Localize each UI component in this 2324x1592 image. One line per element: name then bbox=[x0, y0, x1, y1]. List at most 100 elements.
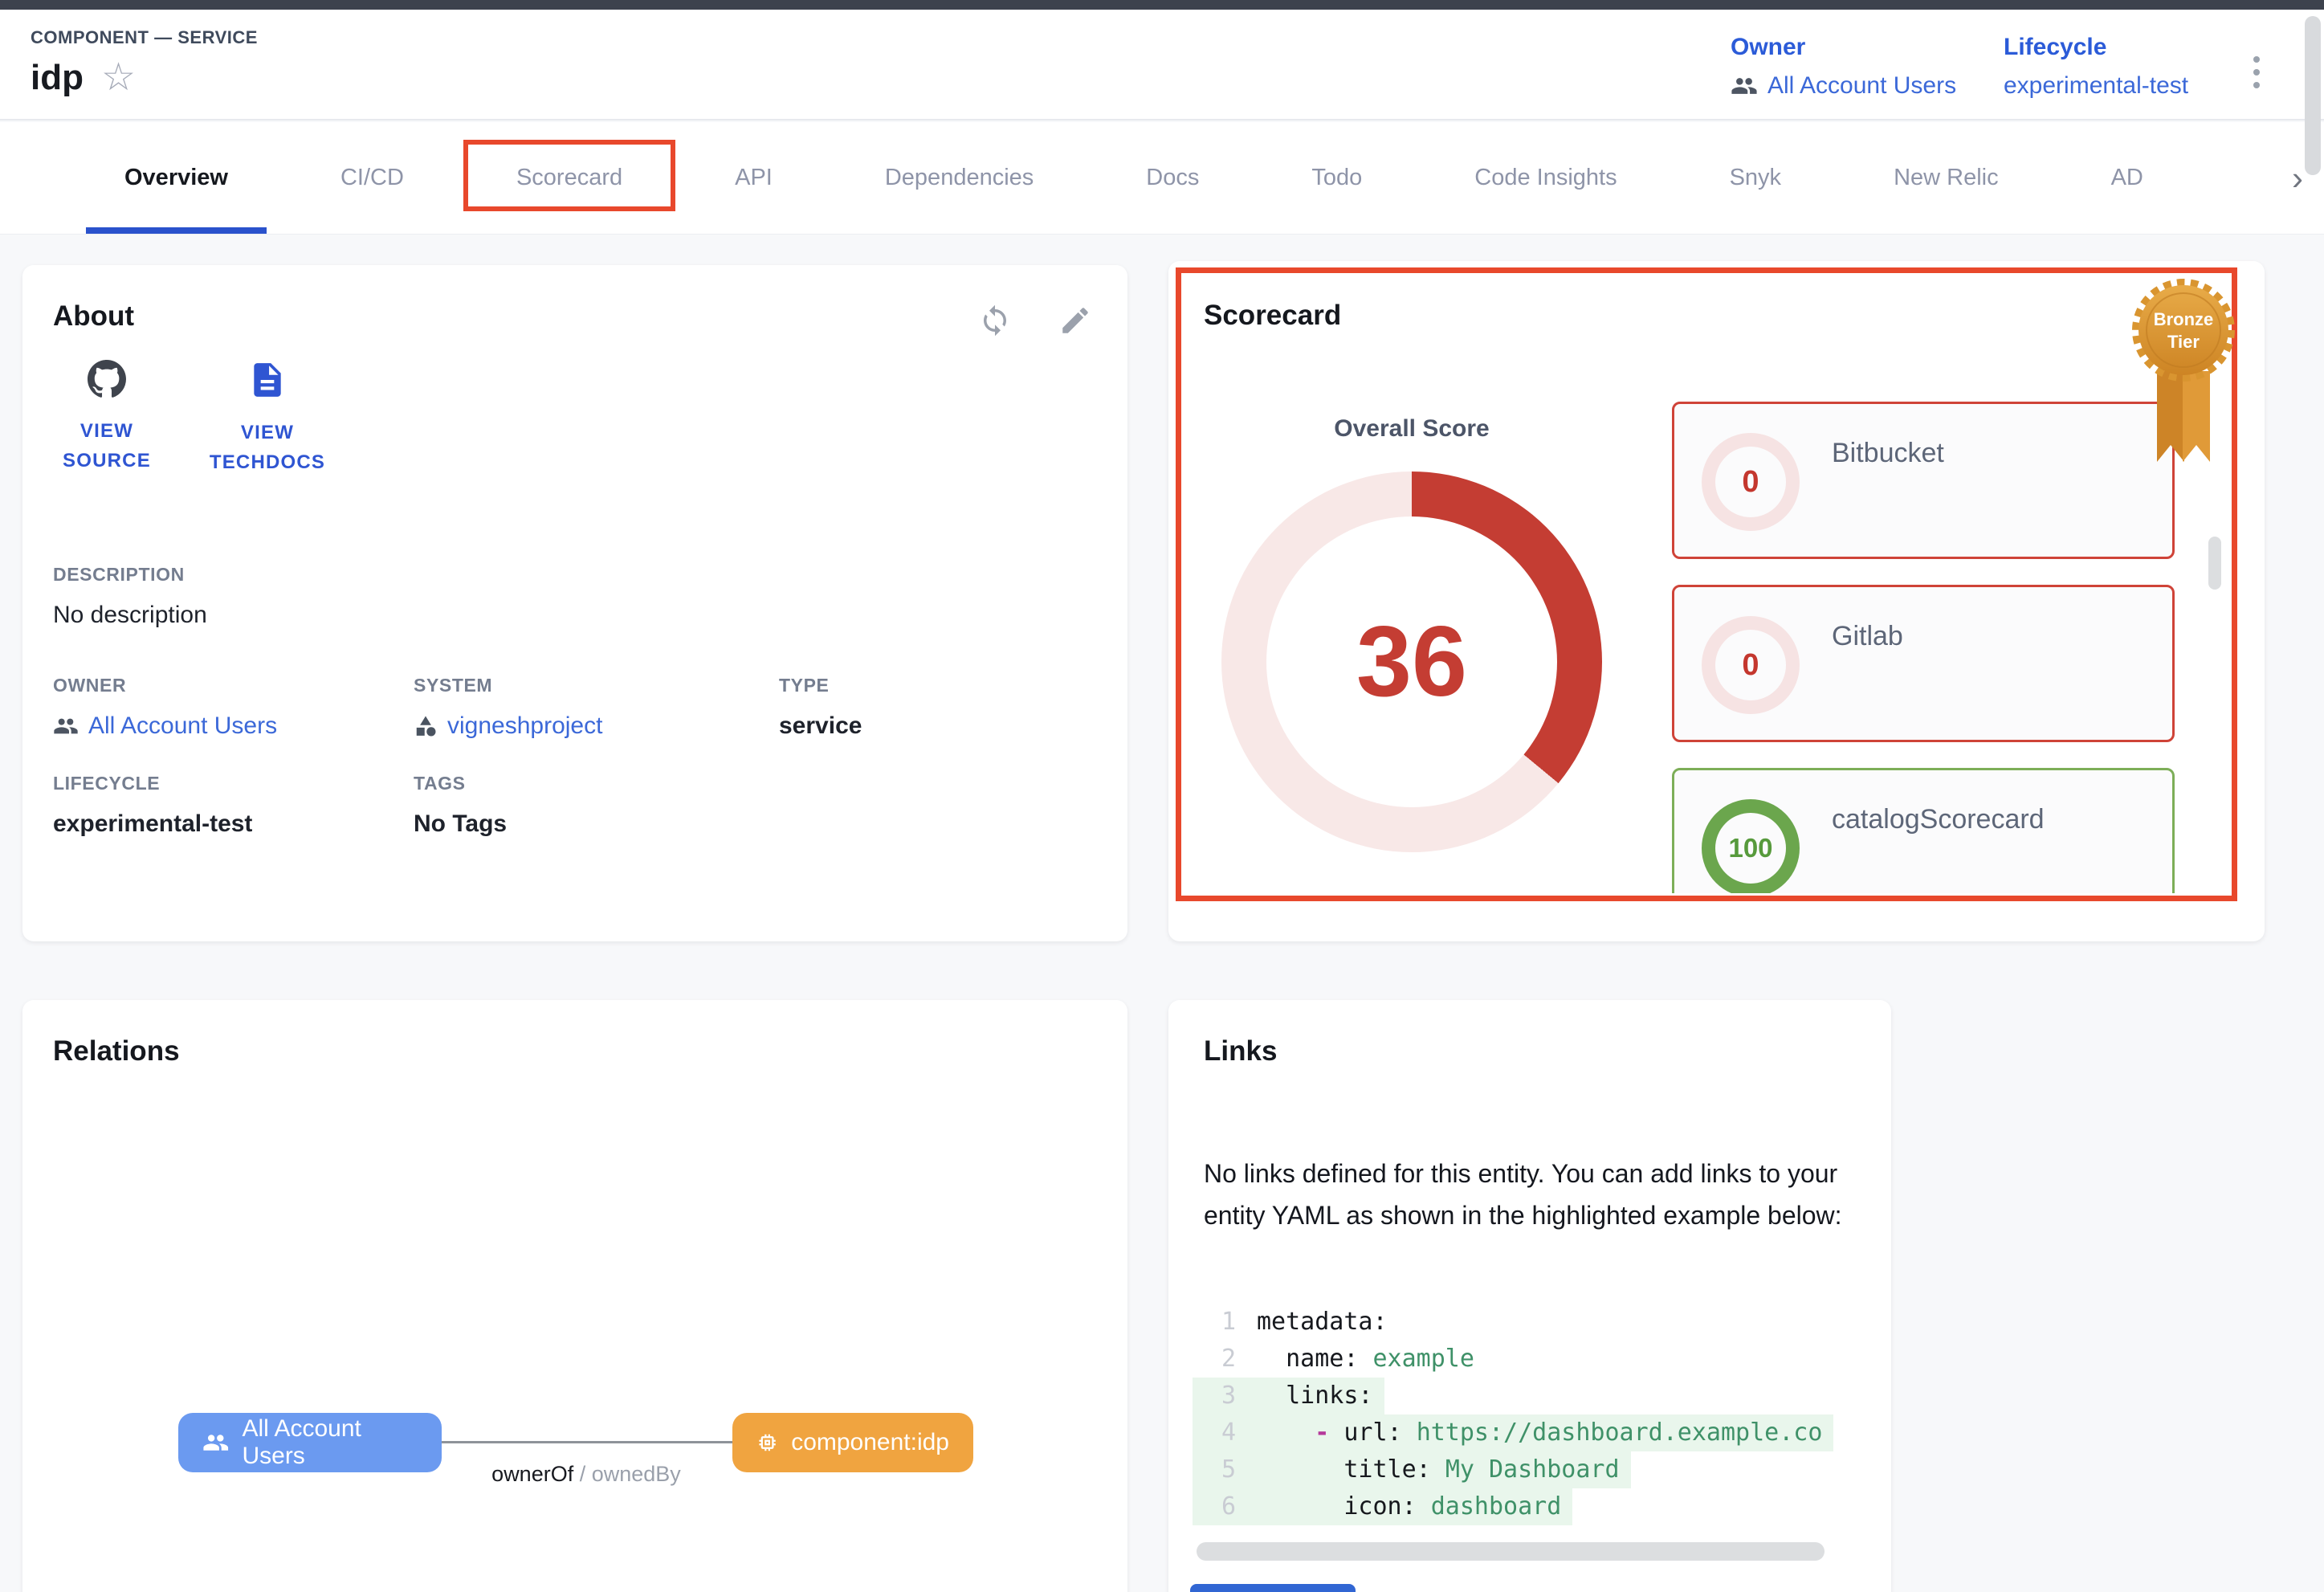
line-number: 6 bbox=[1193, 1488, 1236, 1525]
scorecard-card: Scorecard Bronze Tier Overall Score 36 0… bbox=[1168, 261, 2265, 941]
tab-label: CI/CD bbox=[340, 165, 404, 191]
score-value: 100 bbox=[1728, 833, 1772, 863]
description-label: DESCRIPTION bbox=[53, 564, 207, 586]
tab-label: Docs bbox=[1146, 165, 1199, 191]
tab-label: AD bbox=[2111, 165, 2143, 191]
code-line-6: 6 icon: dashboard bbox=[1193, 1488, 1862, 1525]
scorecard-item-gitlab[interactable]: 0 Gitlab bbox=[1672, 585, 2175, 742]
owner-field-label: OWNER bbox=[53, 675, 277, 696]
people-icon bbox=[202, 1428, 229, 1457]
owner-field-value: All Account Users bbox=[88, 712, 277, 740]
view-techdocs-label: VIEW TECHDOCS bbox=[195, 418, 340, 477]
tab-label: Snyk bbox=[1730, 165, 1781, 191]
tab-code-insights[interactable]: Code Insights bbox=[1418, 122, 1673, 234]
header-lifecycle: Lifecycle experimental-test bbox=[2004, 34, 2188, 100]
score-value: 0 bbox=[1742, 648, 1759, 683]
tabs-container: Overview CI/CD Scorecard API Dependencies Doc… bbox=[68, 122, 2200, 234]
score-item-name: catalogScorecard bbox=[1832, 804, 2045, 835]
tab-snyk[interactable]: Snyk bbox=[1674, 122, 1837, 234]
code-line-2: 2 name: example bbox=[1193, 1341, 1862, 1378]
score-item-name: Gitlab bbox=[1832, 621, 1903, 652]
relation-component-label: component:idp bbox=[791, 1429, 949, 1456]
lifecycle-field-value: experimental-test bbox=[53, 810, 252, 838]
overall-score-label: Overall Score bbox=[1287, 415, 1536, 443]
people-icon bbox=[53, 713, 79, 739]
bronze-tier-badge: Bronze Tier bbox=[2131, 279, 2236, 480]
owner-label: Owner bbox=[1731, 34, 1956, 61]
score-ring: 0 bbox=[1702, 616, 1800, 714]
tab-api[interactable]: API bbox=[679, 122, 829, 234]
description-value: No description bbox=[53, 602, 207, 629]
tab-dependencies[interactable]: Dependencies bbox=[829, 122, 1090, 234]
links-action-button[interactable] bbox=[1190, 1584, 1356, 1592]
scorecard-item-bitbucket[interactable]: 0Bitbucket bbox=[1672, 402, 2175, 559]
code-line-4: 4 - url: https://dashboard.example.co bbox=[1193, 1414, 1862, 1451]
relations-title: Relations bbox=[53, 1035, 180, 1067]
lifecycle-value: experimental-test bbox=[2004, 72, 2188, 100]
more-options-icon[interactable] bbox=[2249, 51, 2265, 93]
type-field-value: service bbox=[779, 712, 862, 740]
header-owner: Owner All Account Users bbox=[1731, 34, 1956, 100]
page-scrollbar[interactable] bbox=[2303, 10, 2322, 1592]
code-horizontal-scrollbar[interactable] bbox=[1197, 1542, 1825, 1561]
tab-label: Dependencies bbox=[885, 165, 1034, 191]
people-icon bbox=[1731, 72, 1758, 100]
edit-icon[interactable] bbox=[1058, 304, 1092, 341]
system-field-label: SYSTEM bbox=[414, 675, 602, 696]
tab-todo[interactable]: Todo bbox=[1255, 122, 1418, 234]
code-line-5: 5 title: My Dashboard bbox=[1193, 1451, 1862, 1488]
score-ring: 100 bbox=[1702, 799, 1800, 893]
tab-ci-cd[interactable]: CI/CD bbox=[284, 122, 460, 234]
favorite-star-icon[interactable]: ☆ bbox=[101, 59, 136, 97]
system-icon bbox=[414, 714, 438, 738]
owner-link[interactable]: All Account Users bbox=[1731, 72, 1956, 100]
entity-tabs: Overview CI/CD Scorecard API Dependencies Doc… bbox=[0, 122, 2324, 235]
overall-score-gauge: 36 bbox=[1221, 471, 1602, 852]
system-field-link[interactable]: vigneshproject bbox=[414, 712, 602, 740]
view-techdocs-button[interactable]: VIEW TECHDOCS bbox=[195, 360, 340, 477]
entity-header: COMPONENT — SERVICE idp ☆ Owner All Acco… bbox=[0, 10, 2324, 120]
refresh-icon[interactable] bbox=[978, 304, 1012, 341]
code-line-1: 1metadata: bbox=[1193, 1304, 1862, 1341]
system-field-value: vigneshproject bbox=[447, 712, 602, 740]
tab-label: Code Insights bbox=[1474, 165, 1617, 191]
links-card: Links No links defined for this entity. … bbox=[1168, 1000, 1891, 1592]
line-number: 2 bbox=[1193, 1341, 1236, 1378]
scorecard-item-catalogscorecard[interactable]: 100 catalogScorecard bbox=[1672, 768, 2175, 893]
relation-edge-line bbox=[442, 1441, 732, 1443]
scorecard-scrollbar[interactable] bbox=[2208, 537, 2221, 590]
score-ring: 0 bbox=[1702, 433, 1800, 531]
browser-top-strip bbox=[0, 0, 2324, 10]
tab-docs[interactable]: Docs bbox=[1090, 122, 1255, 234]
page-title: idp bbox=[31, 58, 84, 98]
tab-label: Scorecard bbox=[516, 165, 622, 191]
about-card: About VIEW SOURCE VIEW TECHDOCS DESCRIPT… bbox=[22, 265, 1127, 941]
line-number: 3 bbox=[1193, 1378, 1236, 1414]
tabs-overflow-chevron-icon[interactable]: › bbox=[2292, 122, 2303, 234]
relation-edge-label: ownerOf / ownedBy bbox=[418, 1462, 755, 1487]
page-scrollbar-thumb[interactable] bbox=[2305, 16, 2321, 175]
tab-ad[interactable]: AD bbox=[2055, 122, 2200, 234]
lifecycle-field-label: LIFECYCLE bbox=[53, 773, 252, 794]
line-number: 1 bbox=[1193, 1304, 1236, 1341]
tags-field-label: TAGS bbox=[414, 773, 507, 794]
github-icon bbox=[88, 360, 126, 398]
tab-label: Overview bbox=[124, 165, 228, 191]
links-title: Links bbox=[1204, 1035, 1277, 1067]
about-title: About bbox=[53, 300, 134, 333]
tab-overview[interactable]: Overview bbox=[68, 122, 284, 234]
view-source-label: VIEW SOURCE bbox=[47, 416, 167, 476]
tab-new-relic[interactable]: New Relic bbox=[1837, 122, 2055, 234]
tab-scorecard[interactable]: Scorecard bbox=[460, 122, 679, 234]
tab-label: New Relic bbox=[1894, 165, 1999, 191]
code-line-3: 3 links: bbox=[1193, 1378, 1862, 1414]
line-number: 5 bbox=[1193, 1451, 1236, 1488]
view-source-button[interactable]: VIEW SOURCE bbox=[47, 360, 167, 476]
relation-node-owner[interactable]: All Account Users bbox=[178, 1413, 442, 1472]
tags-field-value: No Tags bbox=[414, 810, 507, 838]
relation-owner-label: All Account Users bbox=[242, 1415, 418, 1470]
yaml-code-block: 1metadata:2 name: example3 links:4 - url… bbox=[1193, 1304, 1862, 1525]
relation-node-component[interactable]: component:idp bbox=[732, 1413, 973, 1472]
breadcrumb: COMPONENT — SERVICE bbox=[31, 27, 258, 48]
owner-field-link[interactable]: All Account Users bbox=[53, 712, 277, 740]
